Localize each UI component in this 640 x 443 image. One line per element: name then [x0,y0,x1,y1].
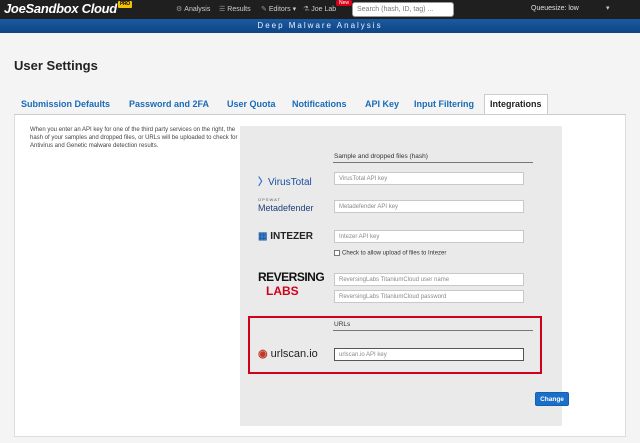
section-heading-files: Sample and dropped files (hash) [334,153,428,160]
intezer-upload-label: Check to allow upload of files to Inteze… [342,250,447,257]
tab-input-filtering[interactable]: Input Filtering [414,95,474,114]
reversinglabs-password-input[interactable]: ReversingLabs TitaniumCloud password [334,290,524,303]
section-heading-urls: URLs [334,321,351,328]
logo-main: Sandbox Cloud [25,1,118,16]
nav-joe-lab[interactable]: ⚗ Joe Lab [303,5,336,13]
nav-analysis[interactable]: ⚙ Analysis [176,5,210,13]
urlscan-highlight-box [248,316,542,374]
queuesize-status: Queuesize: low [531,5,579,12]
reversinglabs-labs-text: LABS [266,284,299,298]
urlscan-logo: ◉ urlscan.io [258,348,318,360]
section-divider [333,162,533,163]
metadefender-api-key-input[interactable]: Metadefender API key [334,200,524,213]
top-nav-bar: JoeSandbox Cloud PRO ⚙ Analysis ☰ Results ✎… [0,0,640,19]
user-menu-toggle[interactable]: ▾ [606,4,610,12]
joe-sandbox-logo[interactable]: JoeSandbox Cloud PRO [4,1,132,16]
tab-password-2fa[interactable]: Password and 2FA [129,95,209,114]
page-title: User Settings [14,58,98,73]
metadefender-logo: Metadefender [258,203,314,213]
integrations-help-text: When you enter an API key for one of the… [30,127,238,149]
checkbox[interactable] [334,250,340,256]
intezer-logo: ▦ INTEZER [258,231,314,242]
virustotal-icon: 〉 [258,177,268,188]
reversinglabs-logo: REVERSING [258,270,325,284]
new-badge: New [336,0,353,6]
pencil-icon: ✎ [261,6,267,13]
urlscan-api-key-input[interactable]: urlscan.io API key [334,348,524,361]
urlscan-icon: ◉ [258,348,268,360]
tab-integrations[interactable]: Integrations [484,94,548,114]
tab-user-quota[interactable]: User Quota [227,95,276,114]
tab-notifications[interactable]: Notifications [292,95,347,114]
change-button[interactable]: Change [535,392,569,406]
gear-icon: ⚙ [176,6,183,13]
intezer-upload-checkbox[interactable]: Check to allow upload of files to Inteze… [334,250,446,257]
nav-editors[interactable]: ✎ Editors ▾ [261,5,296,13]
search-input[interactable]: Search (hash, ID, tag) ... [352,2,454,17]
virustotal-api-key-input[interactable]: VirusTotal API key [334,172,524,185]
nav-results[interactable]: ☰ Results [219,5,251,13]
section-divider [333,330,533,331]
intezer-icon: ▦ [258,231,268,242]
logo-prefix: Joe [4,1,26,16]
flask-icon: ⚗ [303,6,310,13]
tagline-banner: Deep Malware Analysis [0,19,640,33]
chevron-down-icon: ▾ [290,6,297,13]
reversinglabs-username-input[interactable]: ReversingLabs TitaniumCloud user name [334,273,524,286]
opswat-label: OPSWAT [258,197,281,202]
tab-api-key[interactable]: API Key [365,95,399,114]
tab-submission-defaults[interactable]: Submission Defaults [21,95,110,114]
list-icon: ☰ [219,6,226,13]
virustotal-logo: 〉VirusTotal [258,177,312,188]
pro-badge: PRO [117,1,132,8]
intezer-api-key-input[interactable]: Intezer API key [334,230,524,243]
